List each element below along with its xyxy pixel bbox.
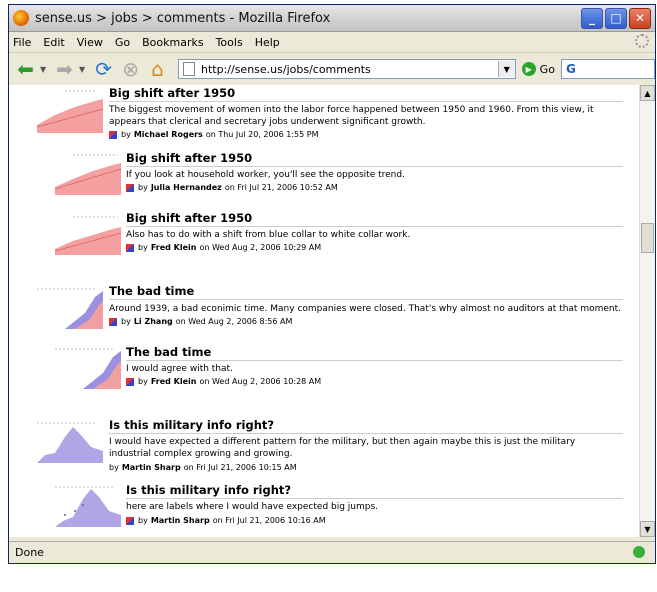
comment-author[interactable]: Fred Klein xyxy=(151,243,197,252)
menu-edit[interactable]: Edit xyxy=(43,36,64,49)
browser-window: sense.us > jobs > comments - Mozilla Fir… xyxy=(8,4,656,564)
go-arrow-icon: ▶ xyxy=(521,62,536,76)
comment-title[interactable]: The bad time xyxy=(109,284,194,298)
title-divider xyxy=(126,166,623,167)
comment-body: Around 1939, a bad econimic time. Many c… xyxy=(109,304,621,314)
comment-author[interactable]: Martin Sharp xyxy=(122,463,181,472)
url-dropdown-icon[interactable]: ▼ xyxy=(497,61,515,77)
google-search-icon: G xyxy=(565,62,576,76)
flag-icon xyxy=(109,130,117,139)
flag-icon xyxy=(126,377,134,386)
menu-go[interactable]: Go xyxy=(115,36,130,49)
flag-icon xyxy=(126,516,134,525)
throbber-icon xyxy=(635,34,649,48)
comment-meta: by Michael Rogers on Thu Jul 20, 2006 1:… xyxy=(109,130,319,139)
comment-title[interactable]: Big shift after 1950 xyxy=(126,151,252,165)
status-bar: Done xyxy=(9,541,655,563)
page-content: Big shift after 1950 The biggest movemen… xyxy=(9,85,639,537)
forward-button[interactable]: ➡ xyxy=(52,57,77,81)
comment-author[interactable]: Martin Sharp xyxy=(151,516,210,525)
comment-meta: by Martin Sharp on Fri Jul 21, 2006 10:1… xyxy=(126,516,326,525)
title-divider xyxy=(126,226,623,227)
comment-body: Also has to do with a shift from blue co… xyxy=(126,230,411,240)
title-divider xyxy=(109,101,623,102)
title-divider xyxy=(109,299,623,300)
status-text: Done xyxy=(15,546,44,559)
comment-title[interactable]: The bad time xyxy=(126,345,211,359)
menu-help[interactable]: Help xyxy=(255,36,280,49)
comment-body: I would have expected a different patter… xyxy=(109,437,576,459)
go-label: Go xyxy=(539,62,555,76)
comment-thumbnail[interactable] xyxy=(53,209,123,259)
scroll-thumb[interactable] xyxy=(641,223,654,253)
menu-bar: File Edit View Go Bookmarks Tools Help xyxy=(9,32,655,53)
comment-meta: by Fred Klein on Wed Aug 2, 2006 10:28 A… xyxy=(126,377,321,386)
title-divider xyxy=(109,433,623,434)
comment-meta: by Martin Sharp on Fri Jul 21, 2006 10:1… xyxy=(109,463,297,472)
title-divider xyxy=(126,360,623,361)
comment-body: I would agree with that. xyxy=(126,364,233,374)
comment-thumbnail[interactable] xyxy=(35,283,105,333)
comment-date: on Fri Jul 21, 2006 10:16 AM xyxy=(212,516,326,525)
comment-date: on Fri Jul 21, 2006 10:15 AM xyxy=(183,463,297,472)
comment-thumbnail[interactable] xyxy=(53,481,123,531)
address-bar[interactable]: http://sense.us/jobs/comments ▼ xyxy=(178,59,516,79)
window-title: sense.us > jobs > comments - Mozilla Fir… xyxy=(35,10,331,26)
stop-button[interactable]: ⊗ xyxy=(118,57,143,81)
comment-date: on Wed Aug 2, 2006 8:56 AM xyxy=(175,317,293,326)
vertical-scrollbar[interactable]: ▲ ▼ xyxy=(639,85,655,537)
comment-date: on Fri Jul 21, 2006 10:52 AM xyxy=(224,183,338,192)
comment-title[interactable]: Big shift after 1950 xyxy=(126,211,252,225)
comment-meta: by Li Zhang on Wed Aug 2, 2006 8:56 AM xyxy=(109,317,292,326)
comment-thumbnail[interactable] xyxy=(35,87,105,137)
search-box[interactable]: G xyxy=(560,59,655,79)
comment-title[interactable]: Is this military info right? xyxy=(109,418,274,432)
menu-bookmarks[interactable]: Bookmarks xyxy=(142,36,203,49)
firefox-logo-icon xyxy=(13,10,29,26)
comment-date: on Wed Aug 2, 2006 10:29 AM xyxy=(199,243,322,252)
flag-icon xyxy=(126,183,134,192)
comment-meta: by Fred Klein on Wed Aug 2, 2006 10:29 A… xyxy=(126,243,321,252)
comment-author[interactable]: Li Zhang xyxy=(134,317,173,326)
maximize-button[interactable]: □ xyxy=(605,7,627,29)
scroll-up-button[interactable]: ▲ xyxy=(640,85,655,101)
url-text[interactable]: http://sense.us/jobs/comments xyxy=(201,63,498,76)
comment-body: here are labels where I would have expec… xyxy=(126,502,379,512)
menu-tools[interactable]: Tools xyxy=(216,36,243,49)
comment-author[interactable]: Michael Rogers xyxy=(134,130,203,139)
flag-icon xyxy=(109,317,117,326)
flag-icon xyxy=(126,243,134,252)
navigation-toolbar: ⬅ ▼ ➡ ▼ ⟳ ⊗ ⌂ http://sense.us/jobs/comme… xyxy=(9,53,655,86)
reload-button[interactable]: ⟳ xyxy=(91,57,116,81)
comment-thumbnail[interactable] xyxy=(53,149,123,199)
forward-history-dropdown[interactable]: ▼ xyxy=(79,65,85,74)
title-divider xyxy=(126,498,623,499)
page-icon xyxy=(183,62,195,76)
comment-date: on Thu Jul 20, 2006 1:55 PM xyxy=(205,130,319,139)
minimize-button[interactable]: _ xyxy=(581,7,603,29)
status-ok-icon xyxy=(633,546,645,558)
menu-file[interactable]: File xyxy=(13,36,31,49)
comment-body: If you look at household worker, you'll … xyxy=(126,170,405,180)
comment-body: The biggest movement of women into the l… xyxy=(109,105,594,127)
back-history-dropdown[interactable]: ▼ xyxy=(40,65,46,74)
comment-thumbnail[interactable] xyxy=(35,417,105,467)
menu-view[interactable]: View xyxy=(77,36,103,49)
close-button[interactable]: ✕ xyxy=(629,7,651,29)
scroll-down-button[interactable]: ▼ xyxy=(640,521,655,537)
comment-meta: by Julia Hernandez on Fri Jul 21, 2006 1… xyxy=(126,183,338,192)
comment-date: on Wed Aug 2, 2006 10:28 AM xyxy=(199,377,322,386)
comment-author[interactable]: Fred Klein xyxy=(151,377,197,386)
comment-thumbnail[interactable] xyxy=(53,343,123,393)
comment-title[interactable]: Big shift after 1950 xyxy=(109,86,235,100)
comment-title[interactable]: Is this military info right? xyxy=(126,483,291,497)
home-button[interactable]: ⌂ xyxy=(145,57,170,81)
title-bar: sense.us > jobs > comments - Mozilla Fir… xyxy=(9,5,655,32)
comment-author[interactable]: Julia Hernandez xyxy=(151,183,222,192)
back-button[interactable]: ⬅ xyxy=(13,57,38,81)
go-button[interactable]: ▶ Go xyxy=(521,62,555,76)
